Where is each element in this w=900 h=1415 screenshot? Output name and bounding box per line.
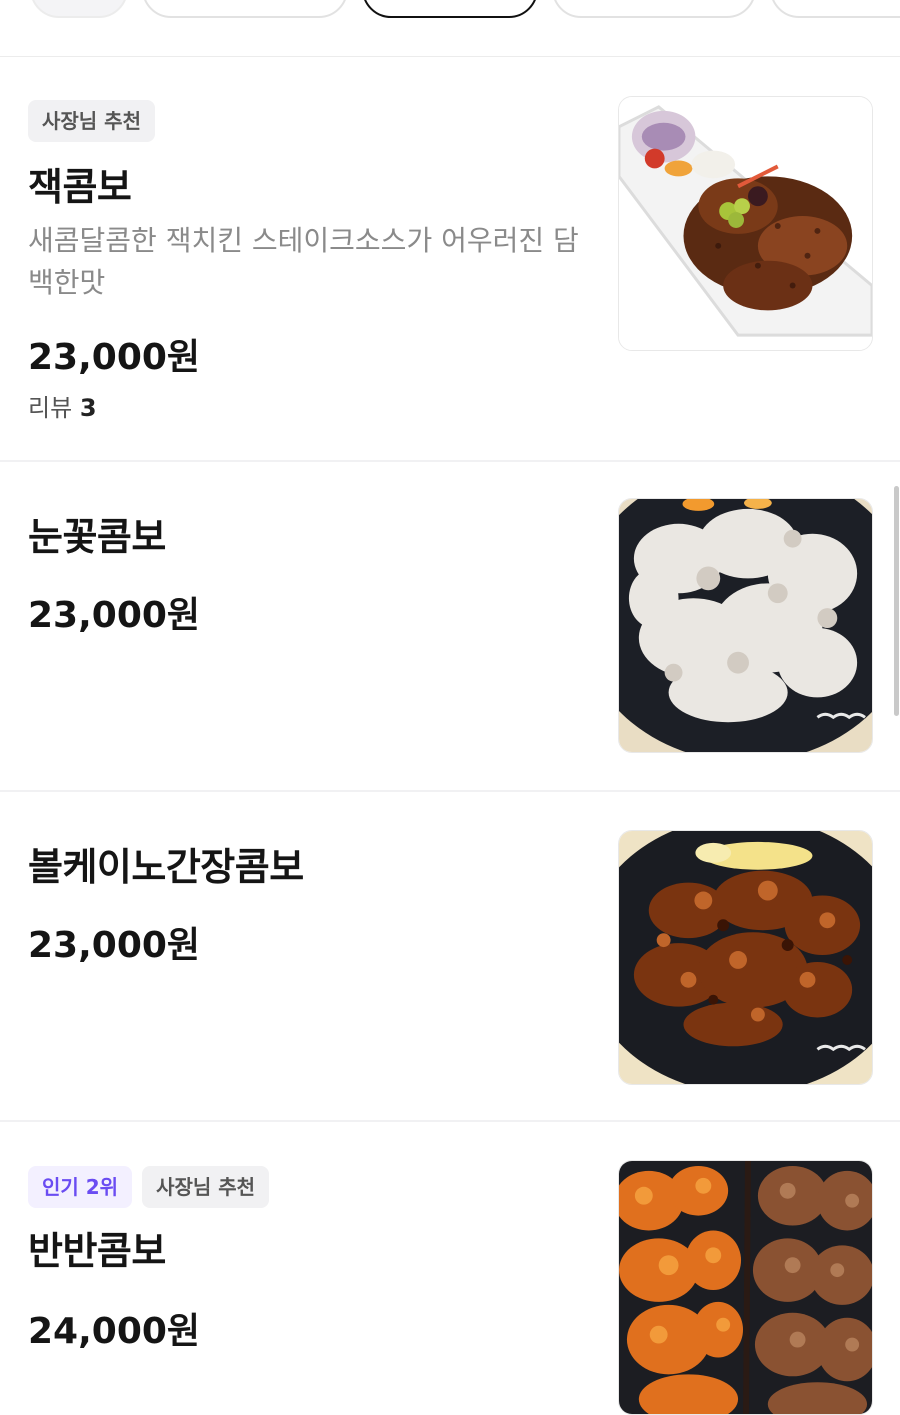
category-chips [0, 0, 900, 57]
badge-row: 사장님 추천 [28, 100, 155, 142]
review-number: 3 [79, 394, 97, 422]
snowflake-combo-photo[interactable] [618, 498, 873, 753]
snowflake-combo-image [619, 499, 872, 752]
menu-item-volcano-soy-combo[interactable]: 볼케이노간장콤보 23,000원 [0, 792, 900, 1122]
menu-item-name: 잭콤보 [28, 165, 132, 209]
menu-item-price: 23,000원 [28, 595, 201, 636]
badge-row: 인기 2위 사장님 추천 [28, 1166, 270, 1208]
volcano-soy-combo-photo[interactable] [618, 830, 873, 1085]
jack-combo-image [619, 97, 872, 350]
category-chip[interactable] [552, 0, 756, 18]
half-half-combo-image [619, 1161, 872, 1414]
menu-item-name: 눈꽃콤보 [28, 515, 166, 559]
half-half-combo-photo[interactable] [618, 1160, 873, 1415]
category-chip[interactable] [770, 0, 900, 18]
review-count: 리뷰 3 [28, 388, 97, 423]
owner-recommend-badge: 사장님 추천 [28, 100, 155, 142]
menu-item-name: 반반콤보 [28, 1229, 166, 1273]
popular-rank-badge: 인기 2위 [28, 1166, 133, 1208]
menu-item-snowflake-combo[interactable]: 눈꽃콤보 23,000원 [0, 462, 900, 792]
review-label: 리뷰 [28, 394, 73, 422]
menu-item-half-half-combo[interactable]: 인기 2위 사장님 추천 반반콤보 24,000원 [0, 1122, 900, 1415]
category-chip-selected[interactable] [362, 0, 538, 18]
menu-item-price: 23,000원 [28, 337, 201, 378]
category-chip[interactable] [30, 0, 128, 18]
menu-item-description: 새콤달콤한 잭치킨 스테이크소스가 어우러진 담백한맛 [28, 224, 579, 299]
volcano-soy-combo-image [619, 831, 872, 1084]
category-chip[interactable] [142, 0, 348, 18]
scrollbar[interactable] [894, 486, 899, 716]
owner-recommend-badge: 사장님 추천 [142, 1166, 270, 1208]
jack-combo-photo[interactable] [618, 96, 873, 351]
menu-item-jack-combo[interactable]: 사장님 추천 잭콤보 새콤달콤한 잭치킨 스테이크소스가 어우러진 담백한맛 2… [0, 56, 900, 462]
menu-item-price: 23,000원 [28, 925, 201, 966]
menu-item-price: 24,000원 [28, 1311, 201, 1352]
menu-item-name: 볼케이노간장콤보 [28, 845, 304, 889]
